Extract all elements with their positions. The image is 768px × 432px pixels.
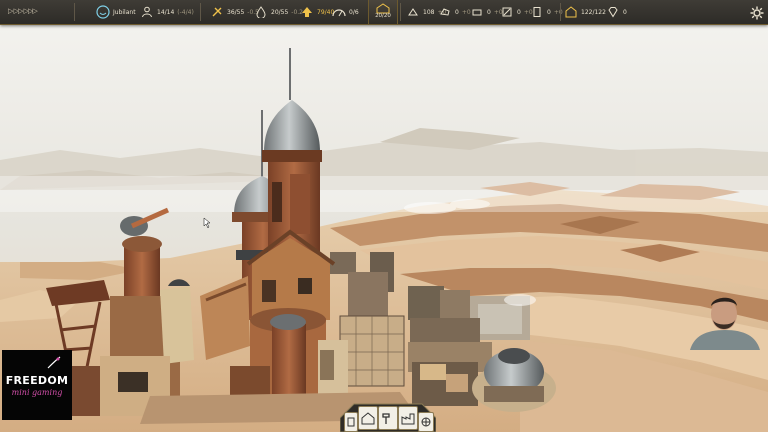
channel-logo: FREEDOM mini gaming — [2, 350, 72, 420]
food-value: 36/55 — [227, 8, 245, 16]
parts-icon — [500, 5, 514, 19]
gem-icon — [606, 5, 620, 19]
food-icon — [210, 5, 224, 19]
hammer-icon — [382, 413, 390, 424]
water-icon — [254, 5, 268, 19]
factory-icon — [401, 413, 415, 425]
info-button[interactable] — [344, 412, 358, 432]
info-icon — [347, 417, 355, 427]
gems-stat[interactable]: 0 — [606, 2, 627, 22]
population-sub: (-4/4) — [177, 8, 194, 16]
food-stat[interactable]: 36/55 -0.5 — [210, 2, 259, 22]
wood-icon — [470, 5, 484, 19]
settings-gear-icon — [750, 6, 764, 20]
water-stat[interactable]: 20/55 -0.2 — [254, 2, 303, 22]
storage-value: 122/122 — [581, 8, 606, 16]
fuel-value: 0 — [547, 8, 551, 16]
build-toolbar — [340, 398, 436, 432]
colony-name: Jubilant — [113, 8, 136, 16]
speed-buttons-label[interactable]: ▷ ▷▷ ▷▷▷ — [8, 7, 38, 15]
logo-subtitle: mini gaming — [11, 388, 63, 397]
happiness-icon — [300, 5, 314, 19]
wood-stat[interactable]: 0 +0 — [470, 2, 503, 22]
divider — [200, 3, 201, 21]
build-production-button[interactable] — [398, 406, 418, 430]
logo-title: FREEDOM — [5, 374, 69, 387]
top-resource-bar: ▷ ▷▷ ▷▷▷ Jubilant 14/14 (-4/4) 36/55 -0.… — [0, 0, 768, 25]
streamer-shirt — [690, 330, 760, 350]
energy-stat[interactable]: 0/6 — [332, 2, 359, 22]
settings-button[interactable] — [750, 3, 764, 23]
quill-icon — [47, 356, 61, 369]
storage-icon — [564, 5, 578, 19]
house-icon — [361, 412, 375, 425]
population-stat[interactable]: 14/14 (-4/4) — [140, 2, 194, 22]
metal-value: 108 — [423, 8, 435, 16]
housing-value: 20/20 — [375, 13, 391, 19]
haze — [0, 176, 768, 212]
parts-value: 0 — [517, 8, 521, 16]
gems-value: 0 — [623, 8, 627, 16]
stone-value: 0 — [455, 8, 459, 16]
colony-mood[interactable]: Jubilant — [96, 2, 136, 22]
stone-stat[interactable]: 0 +0 — [438, 2, 471, 22]
storage-stat[interactable]: 122/122 — [564, 2, 606, 22]
happiness-stat[interactable]: 79/40 — [300, 2, 334, 22]
parts-stat[interactable]: 0 +0 — [500, 2, 533, 22]
energy-value: 0/6 — [349, 8, 359, 16]
water-value: 20/55 — [271, 8, 289, 16]
build-housing-button[interactable] — [358, 406, 378, 430]
game-scene[interactable] — [0, 0, 768, 432]
population-value: 14/14 — [157, 8, 175, 16]
webcam-overlay — [690, 297, 760, 350]
build-misc-button[interactable] — [418, 412, 434, 432]
divider — [560, 3, 561, 21]
mood-face-icon — [96, 5, 110, 19]
build-tools-button[interactable] — [378, 406, 398, 430]
fuel-icon — [530, 5, 544, 19]
cross-icon — [421, 417, 431, 427]
divider — [400, 3, 401, 21]
stone-icon — [438, 5, 452, 19]
game-speed-controls[interactable]: ▷ ▷▷ ▷▷▷ — [8, 7, 38, 15]
housing-badge[interactable]: 20/20 — [368, 0, 398, 24]
fuel-stat[interactable]: 0 +0 — [530, 2, 563, 22]
wood-value: 0 — [487, 8, 491, 16]
divider — [74, 3, 75, 21]
energy-icon — [332, 5, 346, 19]
people-icon — [140, 5, 154, 19]
metal-icon — [406, 5, 420, 19]
fuel-sub: +0 — [553, 8, 563, 16]
